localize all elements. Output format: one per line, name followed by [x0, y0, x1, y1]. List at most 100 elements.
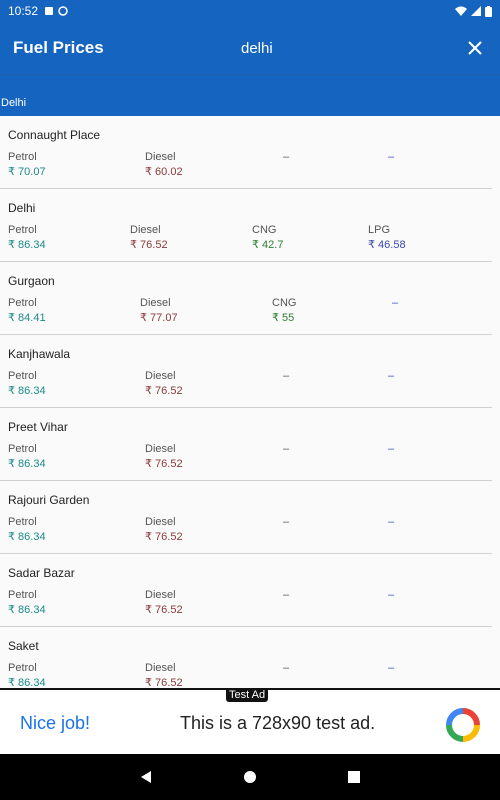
- system-nav-bar: [0, 754, 500, 800]
- diesel-price: ₹ 76.52: [130, 239, 168, 251]
- notification-icon: [45, 7, 54, 15]
- diesel-column: Diesel ₹ 76.52: [145, 443, 183, 470]
- petrol-price: ₹ 86.34: [8, 385, 46, 397]
- city-name: Preet Vihar: [8, 420, 68, 434]
- petrol-price: ₹ 84.41: [8, 312, 46, 324]
- empty-fuel-dash: –: [388, 151, 395, 163]
- petrol-price: ₹ 86.34: [8, 458, 46, 470]
- app-title: Fuel Prices: [13, 38, 104, 57]
- screen: 10:52 Fuel Prices Delhi Connaught Place P…: [0, 0, 500, 800]
- empty-fuel-dash: –: [388, 516, 395, 528]
- nav-back-button[interactable]: [136, 767, 156, 787]
- diesel-label: Diesel: [145, 662, 176, 674]
- petrol-column: Petrol ₹ 86.34: [8, 224, 46, 251]
- diesel-label: Diesel: [130, 224, 161, 236]
- city-name: Connaught Place: [8, 128, 101, 142]
- diesel-label: Diesel: [145, 370, 176, 382]
- city-name: Delhi: [8, 201, 36, 215]
- status-right: [455, 5, 492, 17]
- close-search-button[interactable]: [463, 36, 487, 60]
- list-item[interactable]: Kanjhawala Petrol ₹ 86.34 Diesel ₹ 76.52 – –: [0, 335, 492, 408]
- sync-icon: [58, 6, 68, 16]
- diesel-label: Diesel: [145, 151, 176, 163]
- list-item[interactable]: Delhi Petrol ₹ 86.34 Diesel ₹ 76.52 CNG ₹ 42.7…: [0, 189, 492, 262]
- diesel-label: Diesel: [145, 516, 176, 528]
- petrol-column: Petrol ₹ 86.34: [8, 589, 46, 616]
- petrol-column: Petrol ₹ 86.34: [8, 370, 46, 397]
- empty-fuel-dash: –: [388, 589, 395, 601]
- diesel-column: Diesel ₹ 76.52: [145, 662, 183, 688]
- empty-fuel-dash: –: [283, 516, 290, 528]
- list-item[interactable]: Sadar Bazar Petrol ₹ 86.34 Diesel ₹ 76.52 – –: [0, 554, 492, 627]
- empty-fuel-dash: –: [283, 589, 290, 601]
- lpg-column: LPG ₹ 46.58: [368, 224, 406, 251]
- diesel-price: ₹ 76.52: [145, 677, 183, 688]
- diesel-price: ₹ 76.52: [145, 385, 183, 397]
- battery-icon: [485, 5, 492, 17]
- empty-fuel-dash: –: [283, 443, 290, 455]
- cng-price: ₹ 55: [272, 312, 295, 324]
- diesel-column: Diesel ₹ 76.52: [145, 589, 183, 616]
- lpg-price: ₹ 46.58: [368, 239, 406, 251]
- diesel-label: Diesel: [145, 589, 176, 601]
- petrol-label: Petrol: [8, 662, 37, 674]
- ad-body: This is a 728x90 test ad.: [180, 713, 376, 733]
- status-bar: 10:52: [0, 0, 500, 22]
- petrol-column: Petrol ₹ 84.41: [8, 297, 46, 324]
- diesel-column: Diesel ₹ 77.07: [140, 297, 178, 324]
- city-name: Kanjhawala: [8, 347, 71, 361]
- cng-column: CNG ₹ 55: [272, 297, 296, 324]
- city-name: Sadar Bazar: [8, 566, 75, 580]
- diesel-price: ₹ 76.52: [145, 604, 183, 616]
- list-item[interactable]: Rajouri Garden Petrol ₹ 86.34 Diesel ₹ 76.52…: [0, 481, 492, 554]
- cng-column: CNG ₹ 42.7: [252, 224, 283, 251]
- empty-fuel-dash: –: [283, 370, 290, 382]
- petrol-label: Petrol: [8, 224, 37, 236]
- ad-banner[interactable]: Test Ad Nice job! This is a 728x90 test …: [0, 688, 500, 754]
- cng-label: CNG: [272, 297, 297, 309]
- petrol-column: Petrol ₹ 70.07: [8, 151, 46, 178]
- price-list[interactable]: Connaught Place Petrol ₹ 70.07 Diesel ₹ 60.0…: [0, 116, 500, 688]
- wifi-icon: [455, 6, 467, 16]
- cng-price: ₹ 42.7: [252, 239, 284, 251]
- nav-home-button[interactable]: [240, 767, 260, 787]
- list-item[interactable]: Gurgaon Petrol ₹ 84.41 Diesel ₹ 77.07 CNG ₹ 55…: [0, 262, 492, 335]
- close-icon: [468, 41, 482, 55]
- empty-fuel-dash: –: [283, 151, 290, 163]
- ad-tag: Test Ad: [226, 688, 269, 702]
- home-circle-icon: [244, 771, 256, 783]
- petrol-price: ₹ 86.34: [8, 604, 46, 616]
- petrol-price: ₹ 86.34: [8, 239, 46, 251]
- list-item[interactable]: Connaught Place Petrol ₹ 70.07 Diesel ₹ 60.0…: [0, 116, 492, 189]
- diesel-column: Diesel ₹ 76.52: [130, 224, 168, 251]
- petrol-price: ₹ 70.07: [8, 166, 46, 178]
- list-item[interactable]: Saket Petrol ₹ 86.34 Diesel ₹ 76.52 – –: [0, 627, 492, 688]
- petrol-column: Petrol ₹ 86.34: [8, 516, 46, 543]
- diesel-column: Diesel ₹ 76.52: [145, 370, 183, 397]
- diesel-price: ₹ 60.02: [145, 166, 183, 178]
- lpg-label: LPG: [368, 224, 391, 236]
- empty-fuel-dash: –: [388, 443, 395, 455]
- diesel-label: Diesel: [140, 297, 171, 309]
- ad-logo-icon: [446, 708, 480, 742]
- search-input[interactable]: [241, 39, 441, 57]
- petrol-label: Petrol: [8, 370, 37, 382]
- empty-fuel-dash: –: [392, 297, 399, 309]
- diesel-price: ₹ 76.52: [145, 531, 183, 543]
- petrol-label: Petrol: [8, 151, 37, 163]
- diesel-price: ₹ 77.07: [140, 312, 178, 324]
- diesel-label: Diesel: [145, 443, 176, 455]
- nav-recents-button[interactable]: [344, 767, 364, 787]
- app-bar: Fuel Prices: [0, 22, 500, 74]
- petrol-label: Petrol: [8, 297, 37, 309]
- recents-square-icon: [348, 771, 360, 783]
- diesel-price: ₹ 76.52: [145, 458, 183, 470]
- empty-fuel-dash: –: [388, 662, 395, 674]
- status-time: 10:52: [8, 4, 39, 18]
- petrol-label: Petrol: [8, 589, 37, 601]
- list-item[interactable]: Preet Vihar Petrol ₹ 86.34 Diesel ₹ 76.52 – –: [0, 408, 492, 481]
- back-triangle-icon: [141, 771, 151, 783]
- diesel-column: Diesel ₹ 76.52: [145, 516, 183, 543]
- city-name: Rajouri Garden: [8, 493, 90, 507]
- cng-label: CNG: [252, 224, 277, 236]
